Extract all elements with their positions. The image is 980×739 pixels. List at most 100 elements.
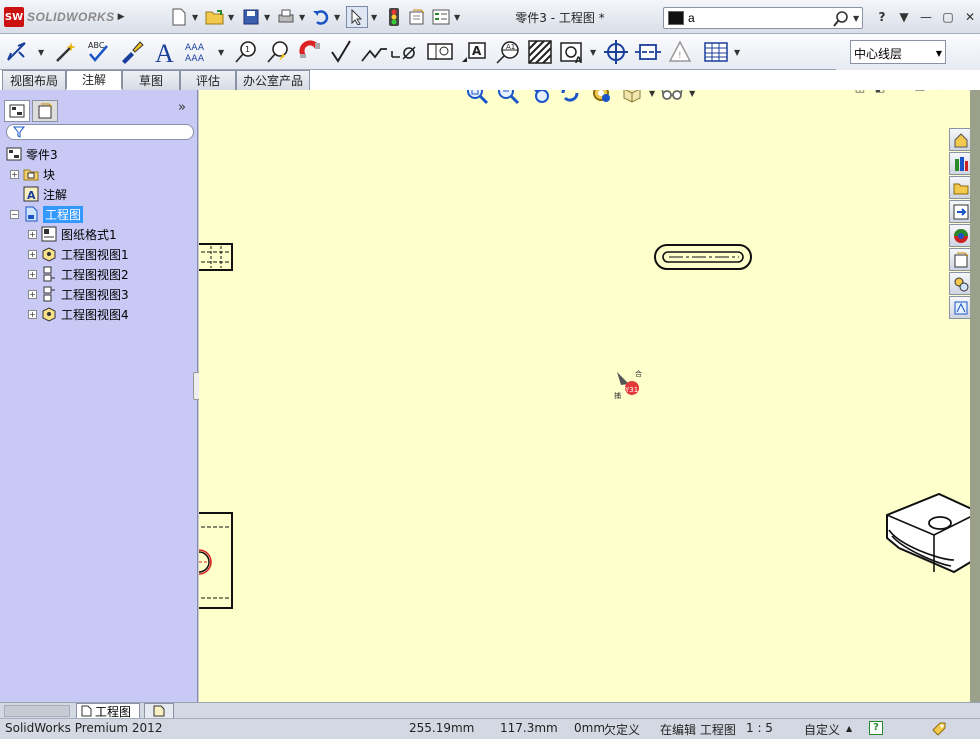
balloon-button[interactable]: 1: [232, 37, 260, 67]
table-dropdown-icon[interactable]: ▼: [734, 48, 740, 57]
close-icon[interactable]: ✕: [962, 9, 978, 25]
drawing-view-left-top[interactable]: [199, 243, 233, 271]
hole-callout-icon: [391, 46, 416, 60]
sheet-tabs-bar: 工程图: [0, 702, 980, 719]
help-dropdown-icon[interactable]: ▼: [896, 9, 912, 25]
restore-icon[interactable]: ▢: [940, 9, 956, 25]
tree-root[interactable]: 零件3: [6, 144, 58, 164]
drawing-view-slot-top[interactable]: [654, 244, 752, 270]
tree-item-sheet-format[interactable]: + 图纸格式1: [28, 224, 117, 244]
datum-feature-button[interactable]: A: [460, 37, 488, 67]
expand-icon[interactable]: +: [28, 269, 37, 279]
z-coordinate: 0mm: [574, 721, 606, 735]
solidworks-logo[interactable]: SW SOLIDWORKS ▶: [4, 6, 134, 28]
undo-dropdown-icon[interactable]: ▼: [334, 13, 340, 22]
options-button[interactable]: [430, 6, 452, 28]
sheet-tab[interactable]: 工程图: [76, 703, 140, 719]
layer-select[interactable]: 中心线层 ▼: [850, 40, 946, 64]
datum-target-icon: A1: [496, 41, 519, 64]
drawing-view-left-bottom[interactable]: [199, 512, 233, 609]
expand-icon[interactable]: +: [28, 249, 37, 259]
expand-icon[interactable]: +: [28, 309, 37, 319]
minimize-icon[interactable]: —: [918, 9, 934, 25]
smart-dimension-button[interactable]: [4, 37, 32, 67]
undo-button[interactable]: [310, 6, 332, 28]
tree-item-blocks[interactable]: + 块: [10, 164, 55, 184]
drawing-view-isometric[interactable]: [886, 492, 975, 574]
tab-annotation[interactable]: 注解: [66, 70, 122, 90]
linear-note-pattern-button[interactable]: AAA AAA: [184, 37, 212, 67]
graphics-area[interactable]: ▼ ▼ ◫ ◧ — ❐ ✕: [199, 90, 980, 702]
table-button[interactable]: [702, 37, 730, 67]
tab-sketch[interactable]: 草图: [122, 70, 180, 90]
geometric-tolerance-button[interactable]: [426, 37, 454, 67]
hole-callout-button[interactable]: [390, 37, 418, 67]
new-document-icon: [172, 8, 186, 26]
format-painter-button[interactable]: [118, 37, 146, 67]
expand-icon[interactable]: +: [10, 169, 19, 179]
spell-check-button[interactable]: ABC: [86, 37, 114, 67]
tab-evaluate[interactable]: 评估: [180, 70, 236, 90]
add-sheet-button[interactable]: [144, 703, 174, 719]
file-properties-button[interactable]: [406, 6, 428, 28]
save-button[interactable]: [240, 6, 262, 28]
panel-expand-icon[interactable]: »: [178, 100, 186, 115]
options-dropdown-icon[interactable]: ▼: [454, 13, 460, 22]
search-input[interactable]: [688, 10, 828, 26]
magnetic-line-button[interactable]: [296, 37, 324, 67]
search-box[interactable]: ▼: [663, 7, 863, 29]
search-icon[interactable]: [832, 10, 850, 28]
help-icon[interactable]: ?: [874, 9, 890, 25]
collapse-icon[interactable]: −: [10, 209, 19, 219]
tag-icon[interactable]: [931, 721, 947, 737]
unit-system[interactable]: 自定义: [804, 721, 840, 738]
datum-target-button[interactable]: A1: [494, 37, 522, 67]
new-document-button[interactable]: [168, 6, 190, 28]
units-chevron-up-icon[interactable]: ▲: [846, 724, 852, 733]
select-dropdown-icon[interactable]: ▼: [371, 13, 377, 22]
center-mark-button[interactable]: [602, 37, 630, 67]
sheet-format-icon: [41, 226, 57, 242]
product-name: SolidWorks Premium 2012: [5, 721, 163, 735]
tree-item-label: 图纸格式1: [61, 227, 117, 242]
sheet-nav-buttons[interactable]: [4, 705, 70, 717]
open-dropdown-icon[interactable]: ▼: [228, 13, 234, 22]
new-dropdown-icon[interactable]: ▼: [192, 13, 198, 22]
surface-finish-button[interactable]: [328, 37, 356, 67]
expand-icon[interactable]: +: [28, 289, 37, 299]
tree-item-drawing-view-2[interactable]: + 工程图视图2: [28, 264, 129, 284]
open-button[interactable]: [204, 6, 226, 28]
feature-tree-tab[interactable]: [4, 100, 30, 122]
tree-item-drawing-view-4[interactable]: + 工程图视图4: [28, 304, 129, 324]
property-manager-tab[interactable]: [32, 100, 58, 122]
block-dropdown-icon[interactable]: ▼: [590, 48, 596, 57]
auto-balloon-button[interactable]: [264, 37, 292, 67]
save-dropdown-icon[interactable]: ▼: [264, 13, 270, 22]
select-button[interactable]: [346, 6, 368, 28]
note-button[interactable]: A: [152, 37, 180, 67]
auto-balloon-icon: [267, 41, 288, 63]
block-button[interactable]: A: [558, 37, 586, 67]
menu-expand-icon[interactable]: ▶: [118, 12, 125, 22]
centerline-button[interactable]: [634, 37, 662, 67]
weld-symbol-button[interactable]: [360, 37, 388, 67]
search-dropdown-icon[interactable]: ▼: [853, 14, 859, 23]
tree-item-drawing-view-3[interactable]: + 工程图视图3: [28, 284, 129, 304]
revision-symbol-button[interactable]: !: [666, 37, 694, 67]
tree-item-annotations[interactable]: A 注解: [23, 184, 67, 204]
tree-item-drawing-view-1[interactable]: + 工程图视图1: [28, 244, 129, 264]
note-pattern-dropdown-icon[interactable]: ▼: [218, 48, 224, 57]
expand-icon[interactable]: +: [28, 229, 37, 239]
dimension-dropdown-icon[interactable]: ▼: [38, 48, 44, 57]
help-icon[interactable]: ?: [869, 721, 883, 735]
area-hatch-button[interactable]: [526, 37, 554, 67]
print-dropdown-icon[interactable]: ▼: [299, 13, 305, 22]
model-items-button[interactable]: [52, 37, 80, 67]
tab-view-layout[interactable]: 视图布局: [2, 70, 66, 90]
tree-filter[interactable]: [6, 124, 194, 140]
view-palette-icon: [953, 204, 969, 219]
print-button[interactable]: [275, 6, 297, 28]
tab-office-products[interactable]: 办公室产品: [236, 70, 310, 90]
rebuild-button[interactable]: [383, 6, 405, 28]
tree-item-sheet[interactable]: − 工程图: [10, 204, 84, 224]
